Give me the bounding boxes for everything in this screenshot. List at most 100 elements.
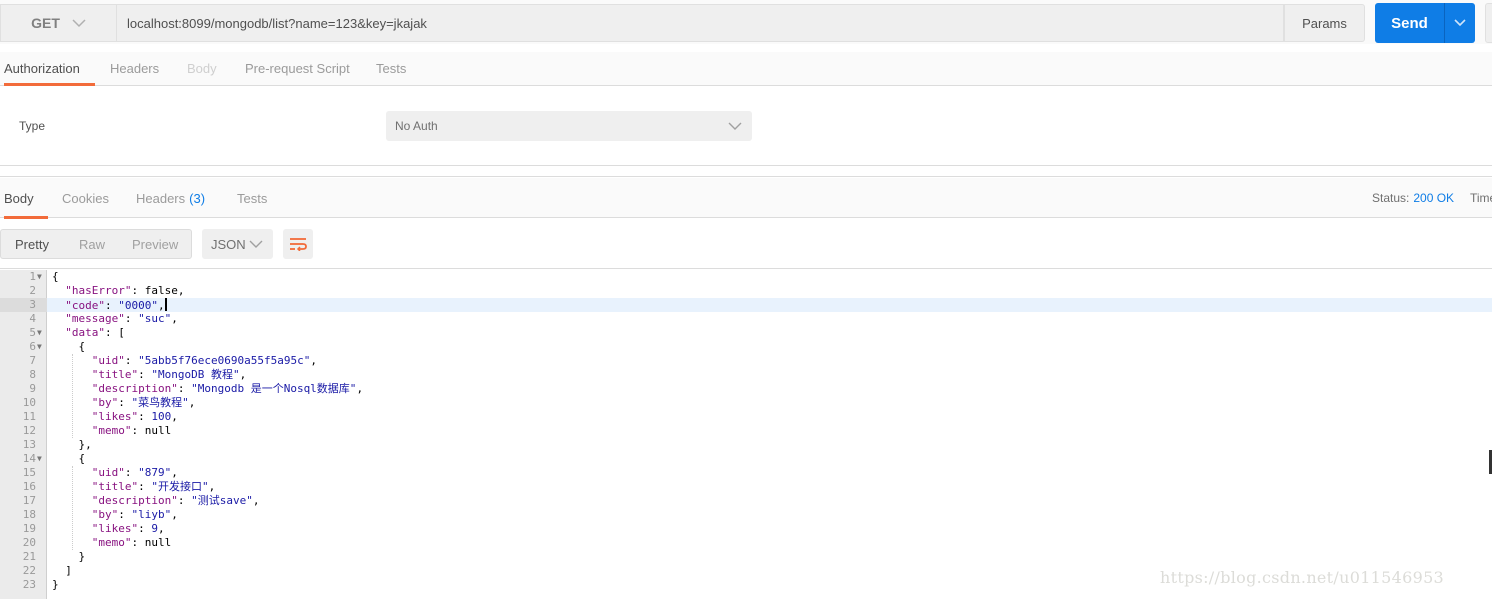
json-key: "title": [91, 480, 139, 493]
json-punct: :: [177, 382, 192, 395]
json-punct: }: [52, 578, 59, 591]
fold-toggle-icon[interactable]: ▼: [37, 326, 42, 340]
tab-response-body[interactable]: Body: [4, 178, 48, 219]
json-punct: :: [131, 284, 145, 297]
code-line: 1 ▼ {: [0, 270, 1492, 284]
code-line: 16 "title": "开发接口",: [0, 480, 1492, 494]
tab-headers[interactable]: Headers: [110, 52, 159, 85]
json-punct: :: [138, 480, 152, 493]
code-text: "data": [: [52, 326, 125, 340]
json-punct: [52, 354, 92, 367]
tab-body[interactable]: Body: [187, 52, 217, 85]
json-punct: :: [138, 522, 152, 535]
wrap-icon: [290, 238, 307, 251]
json-punct: :: [177, 494, 192, 507]
tab-authorization[interactable]: Authorization: [4, 52, 95, 86]
json-punct: [52, 396, 92, 409]
code-text: "likes": 100,: [52, 410, 178, 424]
json-punct: ,: [356, 382, 364, 395]
chevron-down-icon: [72, 19, 86, 28]
json-punct: [52, 522, 92, 535]
line-number: 7: [29, 354, 36, 367]
line-number: 14: [22, 452, 36, 465]
json-punct: :: [118, 396, 132, 409]
code-line: 13 },: [0, 438, 1492, 452]
json-literal: null: [144, 424, 172, 437]
json-punct: [52, 284, 65, 297]
save-button[interactable]: [1485, 3, 1492, 43]
send-button-group: Send: [1375, 3, 1475, 43]
line-number: 11: [22, 410, 36, 423]
status-label: Status:: [1372, 191, 1410, 205]
headers-count-badge: (3): [189, 190, 206, 206]
fold-toggle-icon[interactable]: ▼: [37, 340, 42, 354]
json-punct: [52, 438, 79, 451]
tab-cookies[interactable]: Cookies: [62, 178, 109, 218]
wrap-lines-button[interactable]: [283, 229, 313, 259]
json-punct: ,: [158, 299, 165, 312]
json-key: "likes": [91, 410, 139, 423]
mode-preview[interactable]: Preview: [132, 237, 178, 252]
code-text: "title": "开发接口",: [52, 480, 215, 494]
line-number: 8: [29, 368, 36, 381]
json-key: "hasError": [65, 284, 132, 297]
tab-label: Headers: [110, 61, 160, 76]
tab-label: Tests: [237, 190, 268, 206]
json-key: "likes": [91, 522, 139, 535]
json-key: "memo": [91, 424, 132, 437]
response-tabs: Body Cookies Headers (3) Tests Status: 2…: [0, 178, 1492, 219]
tab-pre-request-script[interactable]: Pre-request Script: [245, 52, 350, 85]
json-punct: ,: [310, 354, 317, 367]
json-string: "suc": [138, 312, 172, 325]
line-number: 12: [22, 424, 36, 437]
json-punct: [52, 494, 92, 507]
tab-response-headers[interactable]: Headers (3): [136, 178, 205, 218]
json-punct: {: [78, 340, 86, 353]
json-string: "MongoDB 教程": [151, 368, 240, 381]
json-string: "菜鸟教程": [131, 396, 189, 409]
line-number: 6: [29, 340, 36, 353]
code-text: }: [52, 578, 59, 592]
send-options-button[interactable]: [1445, 3, 1475, 43]
json-literal: false: [144, 284, 178, 297]
code-line: 4 "message": "suc",: [0, 312, 1492, 326]
fold-toggle-icon[interactable]: ▼: [37, 270, 42, 284]
tab-tests[interactable]: Tests: [376, 52, 406, 85]
code-text: "code": "0000",: [52, 298, 167, 313]
method-select[interactable]: GET: [0, 4, 116, 42]
code-text: "description": "测试save",: [52, 494, 260, 508]
url-text: localhost:8099/mongodb/list?name=123&key…: [127, 15, 427, 31]
json-punct: ]: [65, 564, 72, 577]
tab-label: Authorization: [4, 61, 80, 76]
params-button[interactable]: Params: [1284, 4, 1365, 42]
fold-toggle-icon[interactable]: ▼: [37, 452, 42, 466]
method-label: GET: [31, 15, 60, 31]
text-cursor: [164, 298, 167, 311]
json-key: "uid": [91, 354, 125, 367]
json-punct: },: [78, 438, 92, 451]
json-punct: [52, 452, 79, 465]
response-body-editor[interactable]: 1 ▼{2 "hasError": false, 3 "code": "0000",…: [0, 270, 1492, 599]
watermark: https://blog.csdn.net/u011546953: [1160, 568, 1445, 587]
json-string: "879": [138, 466, 172, 479]
json-punct: :: [124, 466, 139, 479]
mode-pretty[interactable]: Pretty: [15, 237, 49, 252]
line-number: 15: [22, 466, 36, 479]
json-punct: :: [138, 410, 152, 423]
json-key: "by": [91, 508, 119, 521]
request-tabs: Authorization Headers Body Pre-request S…: [0, 52, 1492, 86]
send-button[interactable]: Send: [1375, 3, 1445, 43]
mode-raw[interactable]: Raw: [79, 237, 105, 252]
tab-label: Headers: [136, 190, 186, 206]
json-punct: [52, 312, 65, 325]
url-input[interactable]: localhost:8099/mongodb/list?name=123&key…: [116, 4, 1284, 42]
tab-response-tests[interactable]: Tests: [237, 178, 267, 218]
json-punct: :: [131, 536, 145, 549]
json-string: "测试save": [191, 494, 253, 507]
code-line: 15 "uid": "879",: [0, 466, 1492, 480]
auth-type-select[interactable]: No Auth: [386, 111, 752, 141]
language-select[interactable]: JSON: [202, 229, 273, 259]
code-line: 8 "title": "MongoDB 教程",: [0, 368, 1492, 382]
json-punct: :: [105, 299, 119, 312]
json-punct: [52, 340, 79, 353]
